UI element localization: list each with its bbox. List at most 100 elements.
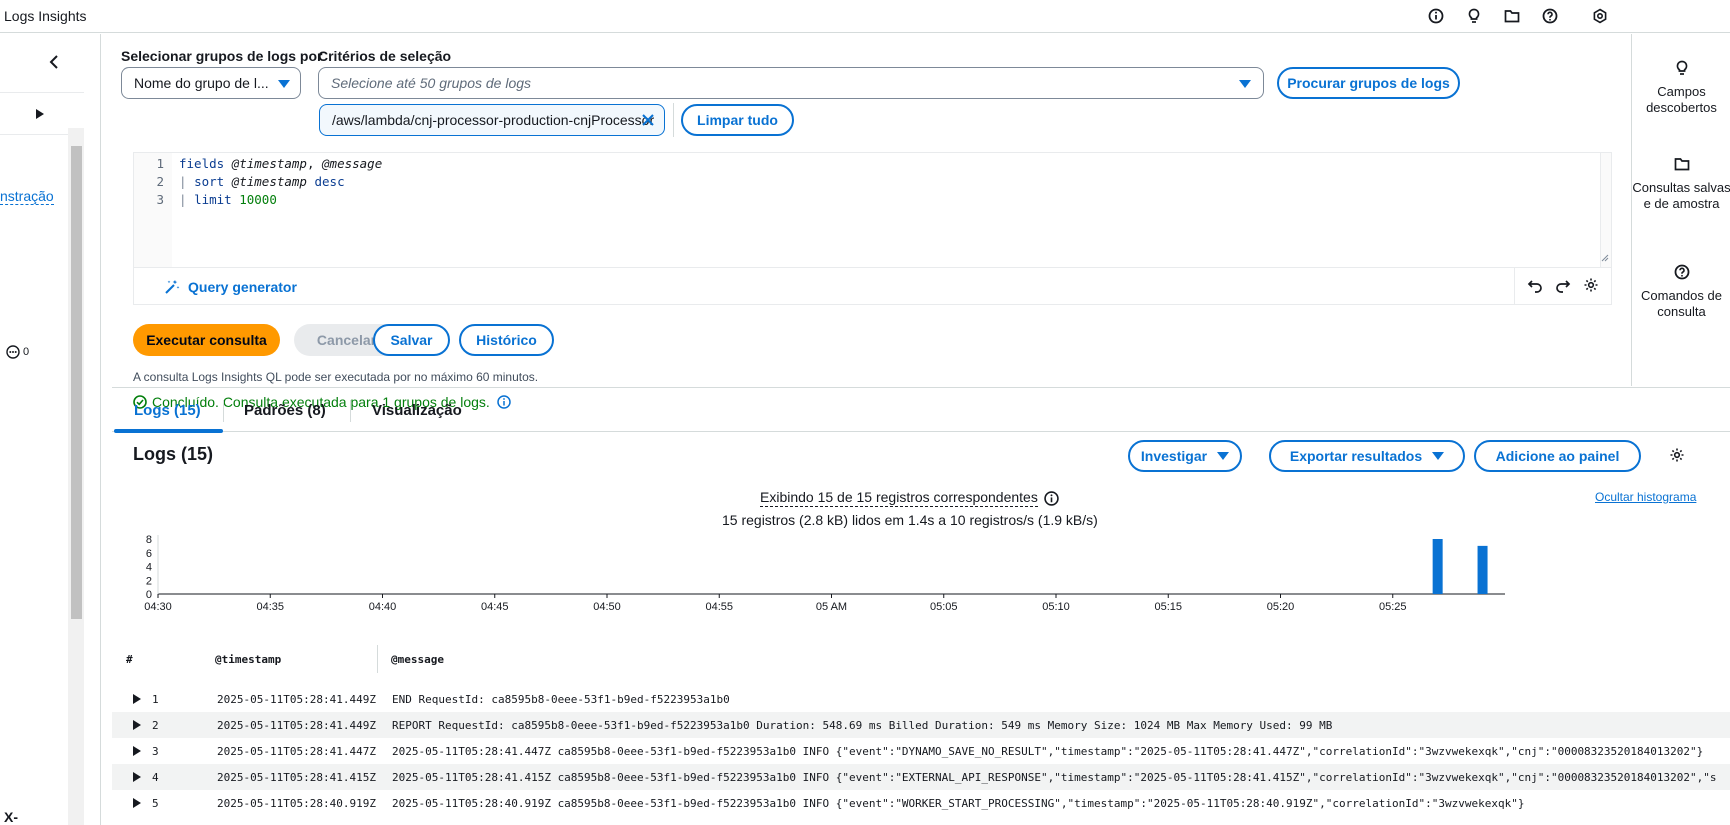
- expand-row-icon[interactable]: [133, 720, 141, 730]
- left-navigation: nstração 0 X-: [0, 34, 101, 825]
- row-timestamp: 2025-05-11T05:28:41.449Z: [217, 693, 376, 706]
- y-tick-label: 0: [146, 589, 152, 601]
- query-time-hint: A consulta Logs Insights QL pode ser exe…: [133, 370, 539, 384]
- caret-down-icon: [1432, 452, 1445, 460]
- magic-wand-icon: [165, 280, 180, 294]
- table-row[interactable]: 1 2025-05-11T05:28:41.449Z END RequestId: …: [112, 686, 1730, 712]
- row-message: 2025-05-11T05:28:41.415Z ca8595b8-0eee-5…: [392, 771, 1717, 784]
- tab-logs[interactable]: Logs (15): [134, 402, 201, 419]
- histogram-bar[interactable]: [1432, 539, 1443, 594]
- lightbulb-icon: [1676, 60, 1687, 75]
- table-row[interactable]: 3 2025-05-11T05:28:41.447Z 2025-05-11T05:2…: [112, 738, 1730, 764]
- save-button[interactable]: Salvar: [373, 324, 450, 356]
- expand-row-icon[interactable]: [133, 798, 141, 808]
- code-text: fields @timestamp, @message: [179, 156, 383, 171]
- x-tick-label: 05:10: [1042, 601, 1070, 613]
- chevron-left-icon[interactable]: [48, 54, 60, 73]
- x-tick-label: 04:40: [369, 601, 397, 613]
- caret-down-icon: [1239, 80, 1251, 88]
- top-bar: Logs Insights: [0, 0, 1730, 33]
- expand-triangle-icon[interactable]: [35, 107, 45, 123]
- nav-link[interactable]: nstração: [0, 188, 54, 205]
- folder-icon: [1674, 158, 1689, 171]
- help-icon: [1674, 264, 1689, 280]
- active-tab-indicator: [114, 429, 223, 433]
- query-commands-button[interactable]: Comandos de consulta: [1632, 264, 1730, 320]
- table-row[interactable]: 2 2025-05-11T05:28:41.449Z REPORT RequestI…: [112, 712, 1730, 738]
- export-results-button[interactable]: Exportar resultados: [1269, 440, 1465, 472]
- x-tick-label: 04:45: [481, 601, 509, 613]
- logs-title: Logs (15): [133, 444, 214, 464]
- clear-all-button[interactable]: Limpar tudo: [681, 104, 794, 136]
- run-query-button[interactable]: Executar consulta: [133, 324, 280, 356]
- info-icon[interactable]: [1044, 491, 1059, 509]
- info-icon[interactable]: [1426, 6, 1446, 26]
- results-tabs: Logs (15) Padrões (8) Visualização: [112, 387, 1730, 433]
- investigate-button[interactable]: Investigar: [1128, 440, 1242, 472]
- selected-log-group-token: /aws/lambda/cnj-processor-production-cnj…: [319, 104, 665, 136]
- row-index: 2: [152, 719, 159, 732]
- undo-icon[interactable]: [1527, 277, 1543, 296]
- query-panel: Selecionar grupos de logs por Nome do gr…: [112, 34, 1631, 410]
- criteria-label: Critérios de seleção: [318, 48, 452, 64]
- row-timestamp: 2025-05-11T05:28:40.919Z: [217, 797, 376, 810]
- nav-scrollbar-thumb[interactable]: [71, 146, 82, 619]
- discovered-fields-button[interactable]: Campos descobertos: [1632, 60, 1730, 116]
- y-tick-label: 4: [146, 562, 152, 574]
- table-row[interactable]: 5 2025-05-11T05:28:40.919Z 2025-05-11T05:2…: [112, 790, 1730, 816]
- column-header-message[interactable]: @message: [391, 653, 444, 666]
- x-tick-label: 04:35: [256, 601, 284, 613]
- expand-row-icon[interactable]: [133, 772, 141, 782]
- browse-log-groups-button[interactable]: Procurar grupos de logs: [1277, 67, 1460, 99]
- close-icon[interactable]: [640, 112, 656, 131]
- settings-gear-icon[interactable]: [1583, 277, 1599, 296]
- line-number: 1: [156, 156, 164, 171]
- app-title: Logs Insights: [4, 8, 87, 24]
- table-settings-icon[interactable]: [1669, 447, 1685, 466]
- expand-row-icon[interactable]: [133, 694, 141, 704]
- help-icon[interactable]: [1540, 6, 1560, 26]
- table-row[interactable]: 4 2025-05-11T05:28:41.415Z 2025-05-11T05:2…: [112, 764, 1730, 790]
- x-tick-label: 05:20: [1267, 601, 1295, 613]
- select-groups-label: Selecionar grupos de logs por: [121, 48, 323, 64]
- code-text: | limit 10000: [179, 192, 277, 207]
- lightbulb-icon[interactable]: [1464, 6, 1484, 26]
- row-message: REPORT RequestId: ca8595b8-0eee-53f1-b9e…: [392, 719, 1333, 732]
- y-tick-label: 8: [146, 534, 152, 546]
- folder-icon[interactable]: [1502, 6, 1522, 26]
- hide-histogram-link[interactable]: Ocultar histograma: [1595, 490, 1696, 504]
- histogram-stats: 15 registros (2.8 kB) lidos em 1.4s a 10…: [722, 512, 1098, 528]
- token-label: /aws/lambda/cnj-processor-production-cnj…: [332, 112, 655, 128]
- comment-count: 0: [6, 345, 29, 359]
- editor-line[interactable]: 1 fields @timestamp, @message: [134, 155, 1594, 173]
- saved-queries-button[interactable]: Consultas salvas e de amostra: [1632, 156, 1730, 212]
- y-tick-label: 2: [146, 575, 152, 587]
- x-tick-label: 04:50: [593, 601, 621, 613]
- tab-patterns[interactable]: Padrões (8): [244, 402, 326, 419]
- row-index: 3: [152, 745, 159, 758]
- redo-icon[interactable]: [1555, 277, 1571, 296]
- row-message: 2025-05-11T05:28:41.447Z ca8595b8-0eee-5…: [392, 745, 1704, 758]
- editor-line[interactable]: 2 | sort @timestamp desc: [134, 173, 1594, 191]
- row-message: END RequestId: ca8595b8-0eee-53f1-b9ed-f…: [392, 693, 730, 706]
- query-generator-button[interactable]: Query generator: [164, 279, 297, 295]
- nav-bottom-text: X-: [4, 809, 18, 825]
- row-timestamp: 2025-05-11T05:28:41.415Z: [217, 771, 376, 784]
- add-to-dashboard-button[interactable]: Adicione ao painel: [1474, 440, 1641, 472]
- row-index: 1: [152, 693, 159, 706]
- settings-icon[interactable]: [1590, 6, 1610, 26]
- history-button[interactable]: Histórico: [459, 324, 554, 356]
- resize-handle-icon[interactable]: [1601, 249, 1609, 265]
- x-tick-label: 04:55: [705, 601, 733, 613]
- ellipsis-circle-icon: [6, 345, 20, 359]
- editor-line[interactable]: 3 | limit 10000: [134, 191, 1594, 209]
- expand-row-icon[interactable]: [133, 746, 141, 756]
- histogram-bar[interactable]: [1477, 545, 1488, 594]
- query-editor[interactable]: 1 fields @timestamp, @message 2 | sort @tim…: [133, 152, 1612, 267]
- tab-visualization[interactable]: Visualização: [372, 402, 462, 419]
- column-header-timestamp[interactable]: @timestamp: [215, 653, 281, 666]
- log-group-search-input[interactable]: Selecione até 50 grupos de logs: [318, 67, 1264, 99]
- caret-down-icon: [1217, 452, 1230, 460]
- select-groups-dropdown[interactable]: Nome do grupo de l...: [121, 67, 301, 99]
- histogram-summary: Exibindo 15 de 15 registros corresponden…: [760, 489, 1038, 507]
